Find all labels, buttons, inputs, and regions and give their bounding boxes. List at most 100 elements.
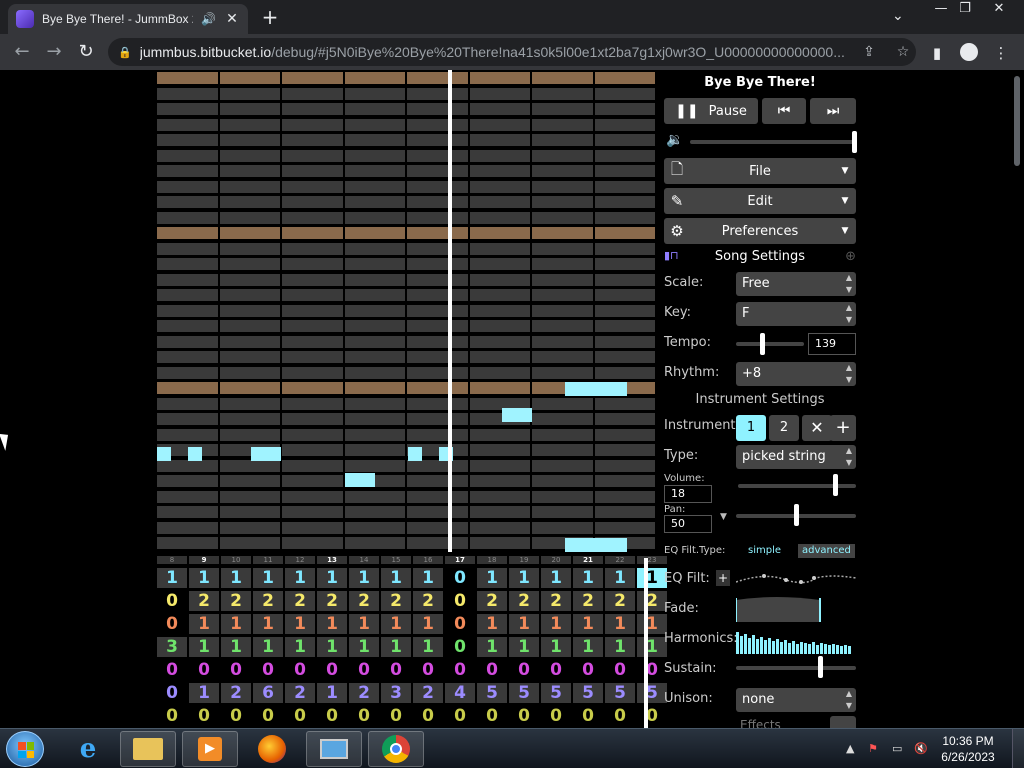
piano-roll-cell[interactable] <box>219 289 280 301</box>
remove-instrument-icon[interactable]: ✕ <box>802 415 832 441</box>
piano-roll-cell[interactable] <box>219 335 280 348</box>
pattern-cell[interactable]: 2 <box>253 591 283 611</box>
piano-roll-cell[interactable] <box>157 289 218 301</box>
pattern-cell[interactable]: 0 <box>413 706 443 726</box>
piano-roll-row[interactable] <box>157 165 657 177</box>
instrument-type-select[interactable]: picked string ▲ ▼ <box>736 445 856 469</box>
note-block[interactable] <box>345 473 375 487</box>
piano-roll-cell[interactable] <box>532 87 593 100</box>
pattern-cell[interactable]: 2 <box>285 591 315 611</box>
pattern-cell[interactable]: 2 <box>573 591 603 611</box>
url-text[interactable]: jummbus.bitbucket.io/debug/#j5N0iBye%20B… <box>140 44 848 60</box>
piano-roll-row[interactable] <box>157 72 657 84</box>
piano-roll-cell[interactable] <box>282 87 343 100</box>
piano-roll-cell[interactable] <box>469 149 530 162</box>
piano-roll-cell[interactable] <box>157 490 218 503</box>
piano-roll-cell[interactable] <box>594 320 655 332</box>
piano-roll-cell[interactable] <box>594 211 655 224</box>
pattern-cell[interactable]: 1 <box>349 637 379 657</box>
piano-roll-row[interactable] <box>157 320 657 332</box>
pattern-cell[interactable]: 1 <box>317 614 347 634</box>
pattern-cell[interactable]: 0 <box>477 706 507 726</box>
piano-roll-cell[interactable] <box>344 258 405 270</box>
piano-roll-cell[interactable] <box>219 273 280 286</box>
close-window-icon[interactable]: ✕ <box>982 0 1016 18</box>
piano-roll-cell[interactable] <box>157 304 218 317</box>
piano-roll-cell[interactable] <box>594 490 655 503</box>
piano-roll-cell[interactable] <box>344 428 405 441</box>
crosshair-icon[interactable]: ⊕ <box>845 249 856 264</box>
harmonic-bar[interactable] <box>812 642 815 654</box>
piano-roll-cell[interactable] <box>407 351 468 363</box>
piano-roll-cell[interactable] <box>407 475 468 487</box>
harmonic-bar[interactable] <box>760 637 763 654</box>
harmonic-bar[interactable] <box>792 641 795 654</box>
piano-roll-cell[interactable] <box>344 118 405 131</box>
piano-roll-cell[interactable] <box>532 475 593 487</box>
piano-roll-cell[interactable] <box>219 537 280 549</box>
piano-roll-cell[interactable] <box>594 258 655 270</box>
action-center-icon[interactable]: ⚑ <box>868 742 878 755</box>
add-instrument-icon[interactable]: + <box>830 415 856 441</box>
tempo-input[interactable]: 139 <box>808 333 856 355</box>
speaker-icon[interactable]: 🔊 <box>201 12 216 26</box>
piano-roll-cell[interactable] <box>469 506 530 518</box>
piano-roll-cell[interactable] <box>282 227 343 239</box>
eq-filter-graph[interactable] <box>736 568 856 594</box>
piano-roll-cell[interactable] <box>407 273 468 286</box>
pattern-cell[interactable]: 1 <box>221 568 251 588</box>
tempo-slider-handle[interactable] <box>759 333 765 355</box>
pattern-cell[interactable]: 1 <box>381 637 411 657</box>
pattern-cell[interactable]: 4 <box>445 683 475 703</box>
piano-roll-cell[interactable] <box>157 180 218 193</box>
bar-number[interactable]: 13 <box>317 556 347 564</box>
show-hidden-icons-icon[interactable]: ▲ <box>846 742 854 755</box>
piano-roll-cell[interactable] <box>344 242 405 255</box>
bar-number[interactable]: 21 <box>573 556 603 564</box>
pattern-cell[interactable]: 1 <box>509 568 539 588</box>
bar-number[interactable]: 20 <box>541 556 571 564</box>
piano-roll-cell[interactable] <box>282 118 343 131</box>
piano-roll-cell[interactable] <box>532 258 593 270</box>
piano-roll-cell[interactable] <box>344 351 405 363</box>
pattern-cell[interactable]: 1 <box>317 568 347 588</box>
tracker-channel-row[interactable]: 3111111110111111 <box>157 637 667 658</box>
piano-roll-cell[interactable] <box>344 444 405 456</box>
harmonic-bar[interactable] <box>752 635 755 654</box>
piano-roll-cell[interactable] <box>532 211 593 224</box>
piano-roll-cell[interactable] <box>219 87 280 100</box>
volume-muted-icon[interactable]: 🔇 <box>914 742 928 755</box>
eq-simple-toggle[interactable]: simple <box>744 544 785 558</box>
chevron-down-icon[interactable]: ⌄ <box>892 8 904 24</box>
piano-roll-cell[interactable] <box>157 506 218 518</box>
piano-roll-cell[interactable] <box>344 366 405 379</box>
pattern-cell[interactable]: 1 <box>573 568 603 588</box>
piano-roll-cell[interactable] <box>282 134 343 146</box>
piano-roll-cell[interactable] <box>532 428 593 441</box>
bar-number[interactable]: 11 <box>253 556 283 564</box>
piano-roll-row[interactable] <box>157 459 657 472</box>
piano-roll-cell[interactable] <box>469 196 530 208</box>
piano-roll-cell[interactable] <box>344 72 405 84</box>
pan-slider-handle[interactable] <box>794 504 799 526</box>
piano-roll-cell[interactable] <box>594 242 655 255</box>
bar-number[interactable]: 14 <box>349 556 379 564</box>
pattern-cell[interactable]: 0 <box>541 706 571 726</box>
piano-roll-cell[interactable] <box>219 475 280 487</box>
piano-roll-row[interactable] <box>157 506 657 518</box>
share-icon[interactable]: ⇪ <box>856 44 882 60</box>
harmonic-bar[interactable] <box>772 641 775 654</box>
pattern-cell[interactable]: 0 <box>573 706 603 726</box>
piano-roll-cell[interactable] <box>407 506 468 518</box>
piano-roll-cell[interactable] <box>282 413 343 425</box>
close-tab-icon[interactable]: ✕ <box>224 11 240 27</box>
key-select[interactable]: F ▲ ▼ <box>736 302 856 326</box>
pattern-cell[interactable]: 1 <box>413 568 443 588</box>
piano-roll-cell[interactable] <box>282 103 343 115</box>
piano-roll-cell[interactable] <box>282 165 343 177</box>
system-clock[interactable]: 10:36 PM 6/26/2023 <box>936 733 1000 765</box>
piano-roll-cell[interactable] <box>407 72 468 84</box>
piano-roll-row[interactable] <box>157 490 657 503</box>
pattern-cell[interactable]: 0 <box>605 706 635 726</box>
pattern-cell[interactable]: 3 <box>157 637 187 657</box>
